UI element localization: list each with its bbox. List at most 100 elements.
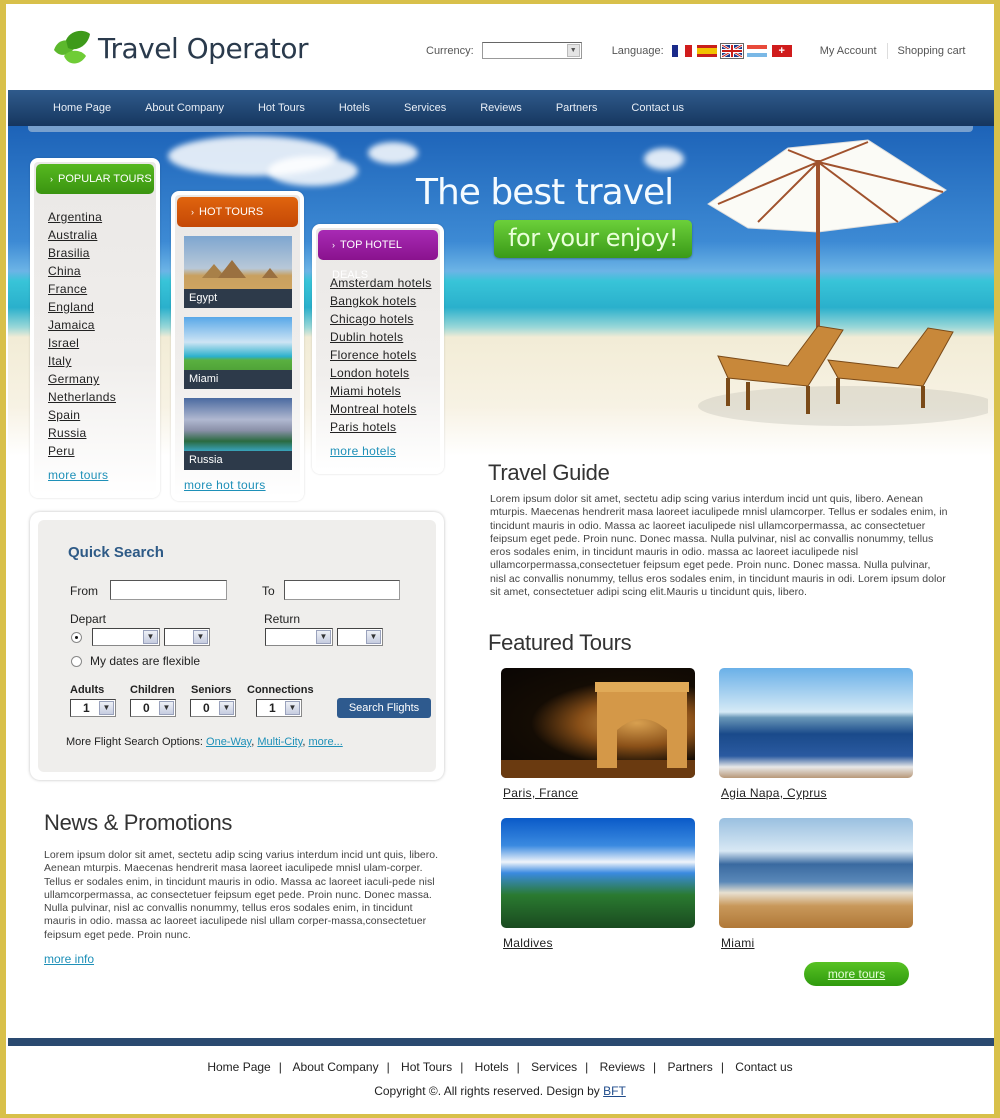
list-item: China	[48, 262, 156, 280]
depart-date-select[interactable]: ▼	[92, 628, 160, 646]
multi-city-link[interactable]: Multi-City	[257, 736, 302, 748]
footer-hot-tours[interactable]: Hot Tours	[401, 1060, 452, 1074]
tour-link[interactable]: Netherlands	[48, 390, 116, 404]
nav-partners[interactable]: Partners	[556, 102, 598, 114]
from-input[interactable]	[110, 580, 227, 600]
hotel-deals-panel: › TOP HOTEL DEALS Amsterdam hotels Bangko…	[312, 224, 444, 474]
tour-link[interactable]: Australia	[48, 228, 97, 242]
footer-about-company[interactable]: About Company	[293, 1060, 379, 1074]
tour-link[interactable]: France	[48, 282, 87, 296]
designer-link[interactable]: BFT	[603, 1084, 626, 1098]
footer-reviews[interactable]: Reviews	[600, 1060, 645, 1074]
one-way-link[interactable]: One-Way	[206, 736, 251, 748]
flag-light-blue-icon[interactable]	[746, 44, 767, 57]
children-select[interactable]: 0 ▼	[130, 699, 176, 717]
featured-tour-link[interactable]: Maldives	[503, 936, 695, 950]
featured-tour-link[interactable]: Paris, France	[503, 786, 695, 800]
hot-tour-egypt[interactable]: Egypt	[184, 236, 292, 308]
more-options-label: More Flight Search Options:	[66, 736, 203, 748]
list-item: Dublin hotels	[330, 328, 440, 346]
more-options-link[interactable]: more...	[309, 736, 343, 748]
to-input[interactable]	[284, 580, 400, 600]
nav-hot-tours[interactable]: Hot Tours	[258, 102, 305, 114]
nav-reviews[interactable]: Reviews	[480, 102, 522, 114]
featured-tours-title: Featured Tours	[488, 630, 632, 655]
children-value: 0	[143, 701, 150, 715]
maldives-image[interactable]	[501, 818, 695, 928]
footer-services[interactable]: Services	[531, 1060, 577, 1074]
more-hot-tours-link[interactable]: more hot tours	[184, 478, 300, 492]
chevron-right-icon: ›	[50, 174, 53, 184]
tour-link[interactable]: Russia	[48, 426, 86, 440]
more-tours-button[interactable]: more tours	[804, 962, 909, 986]
tour-link[interactable]: Peru	[48, 444, 75, 458]
logo[interactable]: Travel Operator	[50, 26, 308, 70]
tour-link[interactable]: Italy	[48, 354, 72, 368]
featured-tour-link[interactable]: Miami	[721, 936, 913, 950]
more-info-link[interactable]: more info	[44, 952, 94, 966]
hot-tour-miami[interactable]: Miami	[184, 317, 292, 389]
tour-link[interactable]: Brasilia	[48, 246, 90, 260]
hot-tour-caption: Egypt	[184, 289, 292, 308]
nav-about-company[interactable]: About Company	[145, 102, 224, 114]
connections-label: Connections	[247, 684, 314, 696]
chevron-down-icon: ▼	[159, 701, 174, 715]
arc-de-triomphe-icon	[501, 682, 695, 778]
more-tours-link[interactable]: more tours	[48, 468, 156, 482]
hot-tour-russia[interactable]: Russia	[184, 398, 292, 470]
flag-switzerland-icon[interactable]: +	[771, 44, 792, 57]
hotel-link[interactable]: Montreal hotels	[330, 402, 417, 416]
list-item: Australia	[48, 226, 156, 244]
footer-contact-us[interactable]: Contact us	[735, 1060, 792, 1074]
currency-select[interactable]: ▼	[481, 42, 582, 59]
tour-link[interactable]: England	[48, 300, 94, 314]
paris-image[interactable]	[501, 668, 695, 778]
footer-hotels[interactable]: Hotels	[475, 1060, 509, 1074]
featured-tour-link[interactable]: Agia Napa, Cyprus	[721, 786, 913, 800]
chevron-down-icon: ▼	[566, 44, 580, 57]
featured-tour-card: Miami	[719, 818, 913, 950]
hotel-link[interactable]: Dublin hotels	[330, 330, 403, 344]
return-time-select[interactable]: ▼	[337, 628, 383, 646]
hotel-link[interactable]: Bangkok hotels	[330, 294, 416, 308]
seniors-label: Seniors	[191, 684, 232, 696]
hotel-link[interactable]: London hotels	[330, 366, 409, 380]
seniors-select[interactable]: 0 ▼	[190, 699, 236, 717]
hotel-link[interactable]: Chicago hotels	[330, 312, 414, 326]
my-account-link[interactable]: My Account	[820, 45, 877, 57]
chevron-down-icon: ▼	[143, 630, 158, 644]
nav-contact-us[interactable]: Contact us	[631, 102, 684, 114]
tour-link[interactable]: Spain	[48, 408, 80, 422]
nav-services[interactable]: Services	[404, 102, 446, 114]
hotel-link[interactable]: Amsterdam hotels	[330, 276, 432, 290]
adults-value: 1	[83, 701, 90, 715]
search-flights-button[interactable]: Search Flights	[337, 698, 431, 718]
hotel-link[interactable]: Miami hotels	[330, 384, 401, 398]
connections-select[interactable]: 1 ▼	[256, 699, 302, 717]
specific-dates-radio[interactable]	[71, 632, 82, 643]
tour-link[interactable]: Germany	[48, 372, 99, 386]
nav-hotels[interactable]: Hotels	[339, 102, 370, 114]
list-item: Spain	[48, 406, 156, 424]
tour-link[interactable]: Argentina	[48, 210, 102, 224]
list-item: Argentina	[48, 208, 156, 226]
tour-link[interactable]: China	[48, 264, 81, 278]
hotel-link[interactable]: Paris hotels	[330, 420, 396, 434]
adults-select[interactable]: 1 ▼	[70, 699, 116, 717]
footer-partners[interactable]: Partners	[667, 1060, 712, 1074]
flexible-dates-radio[interactable]	[71, 656, 82, 667]
hotel-link[interactable]: Florence hotels	[330, 348, 417, 362]
nav-home-page[interactable]: Home Page	[53, 102, 111, 114]
flag-france-icon[interactable]	[671, 44, 692, 57]
shopping-cart-link[interactable]: Shopping cart	[898, 45, 966, 57]
depart-time-select[interactable]: ▼	[164, 628, 210, 646]
agia-napa-image[interactable]	[719, 668, 913, 778]
miami-image[interactable]	[719, 818, 913, 928]
return-date-select[interactable]: ▼	[265, 628, 333, 646]
tour-link[interactable]: Israel	[48, 336, 79, 350]
flag-uk-icon[interactable]	[719, 42, 744, 59]
flag-spain-icon[interactable]	[696, 44, 717, 57]
more-hotels-link[interactable]: more hotels	[330, 444, 440, 458]
tour-link[interactable]: Jamaica	[48, 318, 95, 332]
footer-home-page[interactable]: Home Page	[207, 1060, 270, 1074]
